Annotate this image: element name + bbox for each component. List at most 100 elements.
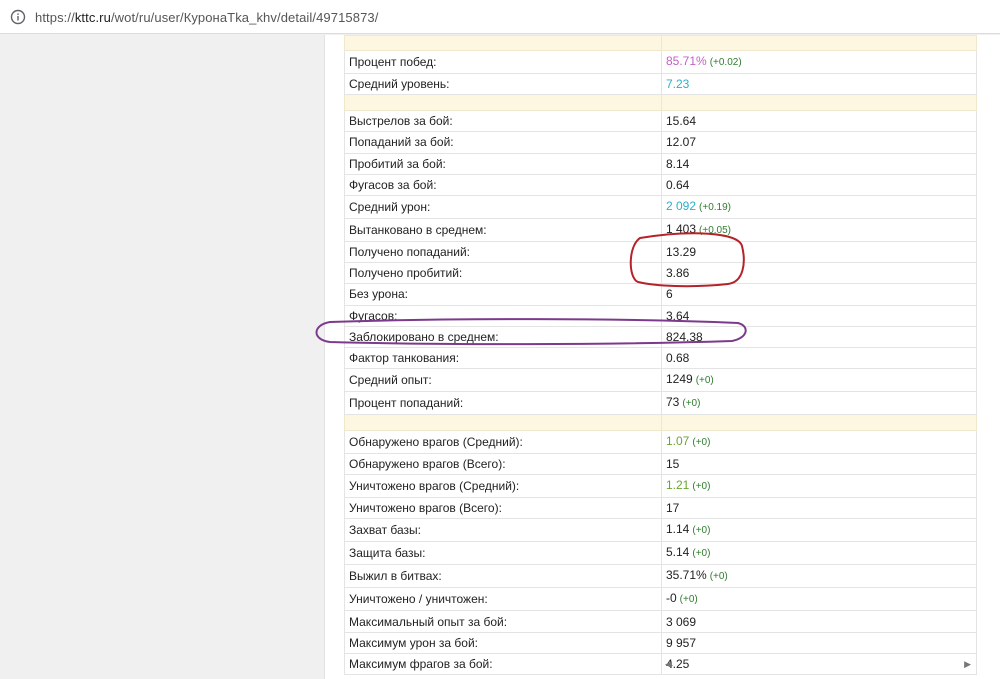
stat-label: Фугасов:: [344, 304, 662, 327]
scroll-left-icon[interactable]: ◀: [665, 659, 672, 670]
stats-panel: Процент побед: 85.71% (+0.02) Средний урове…: [324, 35, 1000, 679]
stat-delta: (+0): [682, 398, 701, 410]
stat-value: 5.14: [666, 545, 690, 560]
url-host: kttc.ru: [74, 9, 111, 25]
stat-label: Процент попаданий:: [344, 391, 662, 416]
section-separator: [344, 94, 977, 112]
stat-value: 73: [666, 395, 680, 410]
stat-value-cell: -0 (+0): [661, 587, 977, 612]
stat-row: Уничтожено врагов (Всего): 17: [344, 497, 977, 520]
stat-delta: (+0): [692, 437, 711, 449]
page-left-background: [0, 35, 324, 679]
stat-row: Фугасов за бой: 0.64: [344, 173, 977, 196]
stat-label: Фугасов за бой:: [344, 173, 662, 196]
stat-value-cell: 15.64: [661, 110, 977, 133]
stat-label: Вытанковано в среднем:: [344, 217, 662, 242]
stat-value-cell: 1.07 (+0): [661, 430, 977, 455]
stat-row: Уничтожено врагов (Средний): 1.21 (+0): [344, 474, 977, 499]
stat-value: 1.07: [666, 434, 690, 449]
stat-label: Заблокировано в среднем:: [344, 325, 662, 348]
stat-value: 35.71%: [666, 568, 707, 583]
stat-value: 12.07: [666, 135, 697, 150]
stat-row: Уничтожено / уничтожен: -0 (+0): [344, 587, 977, 612]
url-prefix: https://: [35, 9, 75, 25]
stat-row: Обнаружено врагов (Всего): 15: [344, 453, 977, 476]
stat-value-cell: 3.64: [661, 304, 977, 327]
stat-value: 15: [666, 457, 680, 472]
scroll-right-icon[interactable]: ▶: [964, 659, 971, 670]
stat-row: Средний урон: 2 092 (+0.19): [344, 194, 977, 219]
stat-value-cell: 824.38: [661, 325, 977, 348]
stat-label: Получено попаданий:: [344, 240, 662, 264]
stat-label: Уничтожено врагов (Средний):: [344, 474, 662, 499]
stat-value-cell: 1.14 (+0): [661, 518, 977, 543]
stat-value: 85.71%: [666, 54, 707, 68]
stat-label: Максимальный опыт за бой:: [344, 610, 662, 633]
stat-label: Обнаружено врагов (Средний):: [344, 430, 662, 455]
stat-value: 0.64: [666, 177, 690, 192]
stat-row: Процент побед: 85.71% (+0.02): [344, 50, 977, 74]
stat-value: 1249: [666, 372, 693, 387]
stat-row: Фугасов: 3.64: [344, 304, 977, 327]
stat-row: Без урона: 6: [344, 283, 977, 306]
stat-row: Максимум урон за бой: 9 957: [344, 631, 977, 654]
stat-value: -0: [666, 591, 677, 606]
stat-label: Средний уровень:: [344, 72, 662, 96]
stat-label: Уничтожено врагов (Всего):: [344, 497, 662, 520]
stat-row: Выжил в битвах: 35.71% (+0): [344, 564, 977, 589]
stat-row: Фактор танкования: 0.68: [344, 346, 977, 370]
stat-label: Обнаружено врагов (Всего):: [344, 453, 662, 476]
stat-label: Выстрелов за бой:: [344, 110, 662, 133]
stat-value-cell: 73 (+0): [661, 391, 977, 416]
stat-delta: (+0): [679, 594, 698, 606]
stat-value-cell: 1249 (+0): [661, 368, 977, 393]
stat-delta: (+0): [709, 571, 728, 583]
stat-value: 1.21: [666, 478, 690, 493]
stat-value-cell: 1.21 (+0): [661, 474, 977, 499]
stat-row: Средний опыт: 1249 (+0): [344, 368, 977, 393]
stat-row: Захват базы: 1.14 (+0): [344, 518, 977, 543]
separator-cell: [661, 35, 977, 51]
stat-delta: (+0.19): [699, 201, 731, 213]
url-text[interactable]: https://kttc.ru/wot/ru/user/КуронаТka_kh…: [35, 10, 378, 25]
horizontal-scrollbar[interactable]: ◀ ▶: [665, 656, 971, 672]
stat-value: 824.38: [666, 329, 703, 344]
stat-label: Средний опыт:: [344, 368, 662, 393]
stat-row: Получено пробитий: 3.86: [344, 262, 977, 285]
stat-row: Защита базы: 5.14 (+0): [344, 541, 977, 566]
stat-value: 0.68: [666, 350, 690, 365]
site-info-icon[interactable]: [10, 9, 26, 25]
separator-cell: [661, 414, 977, 432]
stat-label: Получено пробитий:: [344, 262, 662, 285]
stat-value-cell: 0.64: [661, 173, 977, 196]
stat-row: Максимальный опыт за бой: 3 069: [344, 610, 977, 633]
stat-label: Без урона:: [344, 283, 662, 306]
stat-value-cell: 85.71% (+0.02): [661, 50, 977, 74]
stat-row: Средний уровень: 7.23: [344, 72, 977, 96]
stat-value-cell: 12.07: [661, 131, 977, 154]
stat-row: Заблокировано в среднем: 824.38: [344, 325, 977, 348]
stats-table: Процент побед: 85.71% (+0.02) Средний урове…: [344, 35, 977, 676]
stat-label: Уничтожено / уничтожен:: [344, 587, 662, 612]
stat-value: 3.86: [666, 266, 690, 281]
stat-value: 8.14: [666, 156, 690, 171]
stat-label: Захват базы:: [344, 518, 662, 543]
browser-address-bar[interactable]: https://kttc.ru/wot/ru/user/КуронаТka_kh…: [0, 0, 1000, 34]
stat-value: 2 092: [666, 198, 697, 213]
separator-cell: [344, 414, 662, 432]
stat-value: 1.14: [666, 522, 690, 537]
stat-row: Получено попаданий: 13.29: [344, 240, 977, 264]
stat-value: 1 403: [666, 221, 697, 236]
stat-delta: (+0): [692, 481, 711, 493]
section-separator: [344, 35, 977, 51]
stat-value: 6: [666, 287, 673, 302]
stat-value-cell: 0.68: [661, 346, 977, 370]
separator-cell: [344, 35, 662, 51]
stat-row: Пробитий за бой: 8.14: [344, 152, 977, 175]
stat-value-cell: 8.14: [661, 152, 977, 175]
section-separator: [344, 414, 977, 432]
stat-value-cell: 3.86: [661, 262, 977, 285]
stat-label: Процент побед:: [344, 50, 662, 74]
url-field[interactable]: https://kttc.ru/wot/ru/user/КуронаТka_kh…: [6, 4, 994, 30]
stat-label: Попаданий за бой:: [344, 131, 662, 154]
